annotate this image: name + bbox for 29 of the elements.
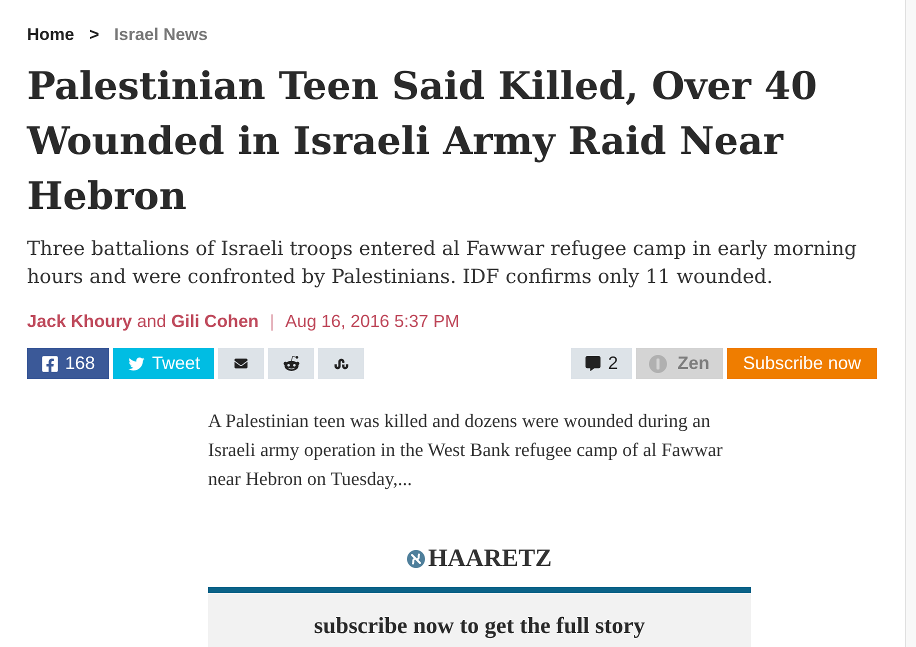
envelope-icon xyxy=(233,357,250,370)
twitter-icon xyxy=(127,356,146,372)
stumbleupon-icon xyxy=(332,356,350,370)
reddit-icon xyxy=(282,355,301,372)
breadcrumb-link[interactable]: Israel News xyxy=(114,25,208,45)
scrollbar-track[interactable] xyxy=(905,0,916,647)
facebook-button[interactable]: 168 xyxy=(27,348,110,379)
stumbleupon-button[interactable] xyxy=(318,348,364,379)
article-headline: Palestinian Teen Said Killed, Over 40 Wounded in Israeli Army Raid Near Hebron xyxy=(27,62,818,220)
zen-button[interactable]: Zen xyxy=(636,348,723,379)
subscribe-button[interactable]: Subscribe now xyxy=(727,348,877,379)
article-subheadline: Three battalions of Israeli troops entered al Fawwar refugee camp in early morning hours and were confronted by Palestinians. IDF confirms only 11 wounded. xyxy=(27,236,858,290)
author-link[interactable]: Jack Khoury xyxy=(27,311,132,331)
paywall-message: subscribe now to get the full story xyxy=(314,613,645,639)
publish-date: Aug 16, 2016 5:37 PM xyxy=(285,311,460,331)
byline-separator: | xyxy=(270,311,274,331)
email-button[interactable] xyxy=(218,348,264,379)
author-link[interactable]: Gili Cohen xyxy=(171,311,259,331)
breadcrumb-link[interactable]: Home xyxy=(27,25,74,45)
reddit-button[interactable] xyxy=(268,348,314,379)
facebook-icon xyxy=(41,354,59,372)
byline-conjunction: and xyxy=(137,311,166,331)
logo-icon xyxy=(407,550,426,568)
haaretz-logo: HAARETZ xyxy=(407,545,552,573)
speech-bubble-icon xyxy=(584,356,601,371)
breadcrumb-separator: > xyxy=(89,25,100,45)
circle-bar-icon xyxy=(649,354,668,372)
comments-button[interactable]: 2 xyxy=(571,348,632,379)
article-excerpt: A Palestinian teen was killed and dozens were wounded during an Israeli army operation in the West Bank refugee camp of al Fawwar near Hebron on Tuesday,... xyxy=(208,410,724,492)
